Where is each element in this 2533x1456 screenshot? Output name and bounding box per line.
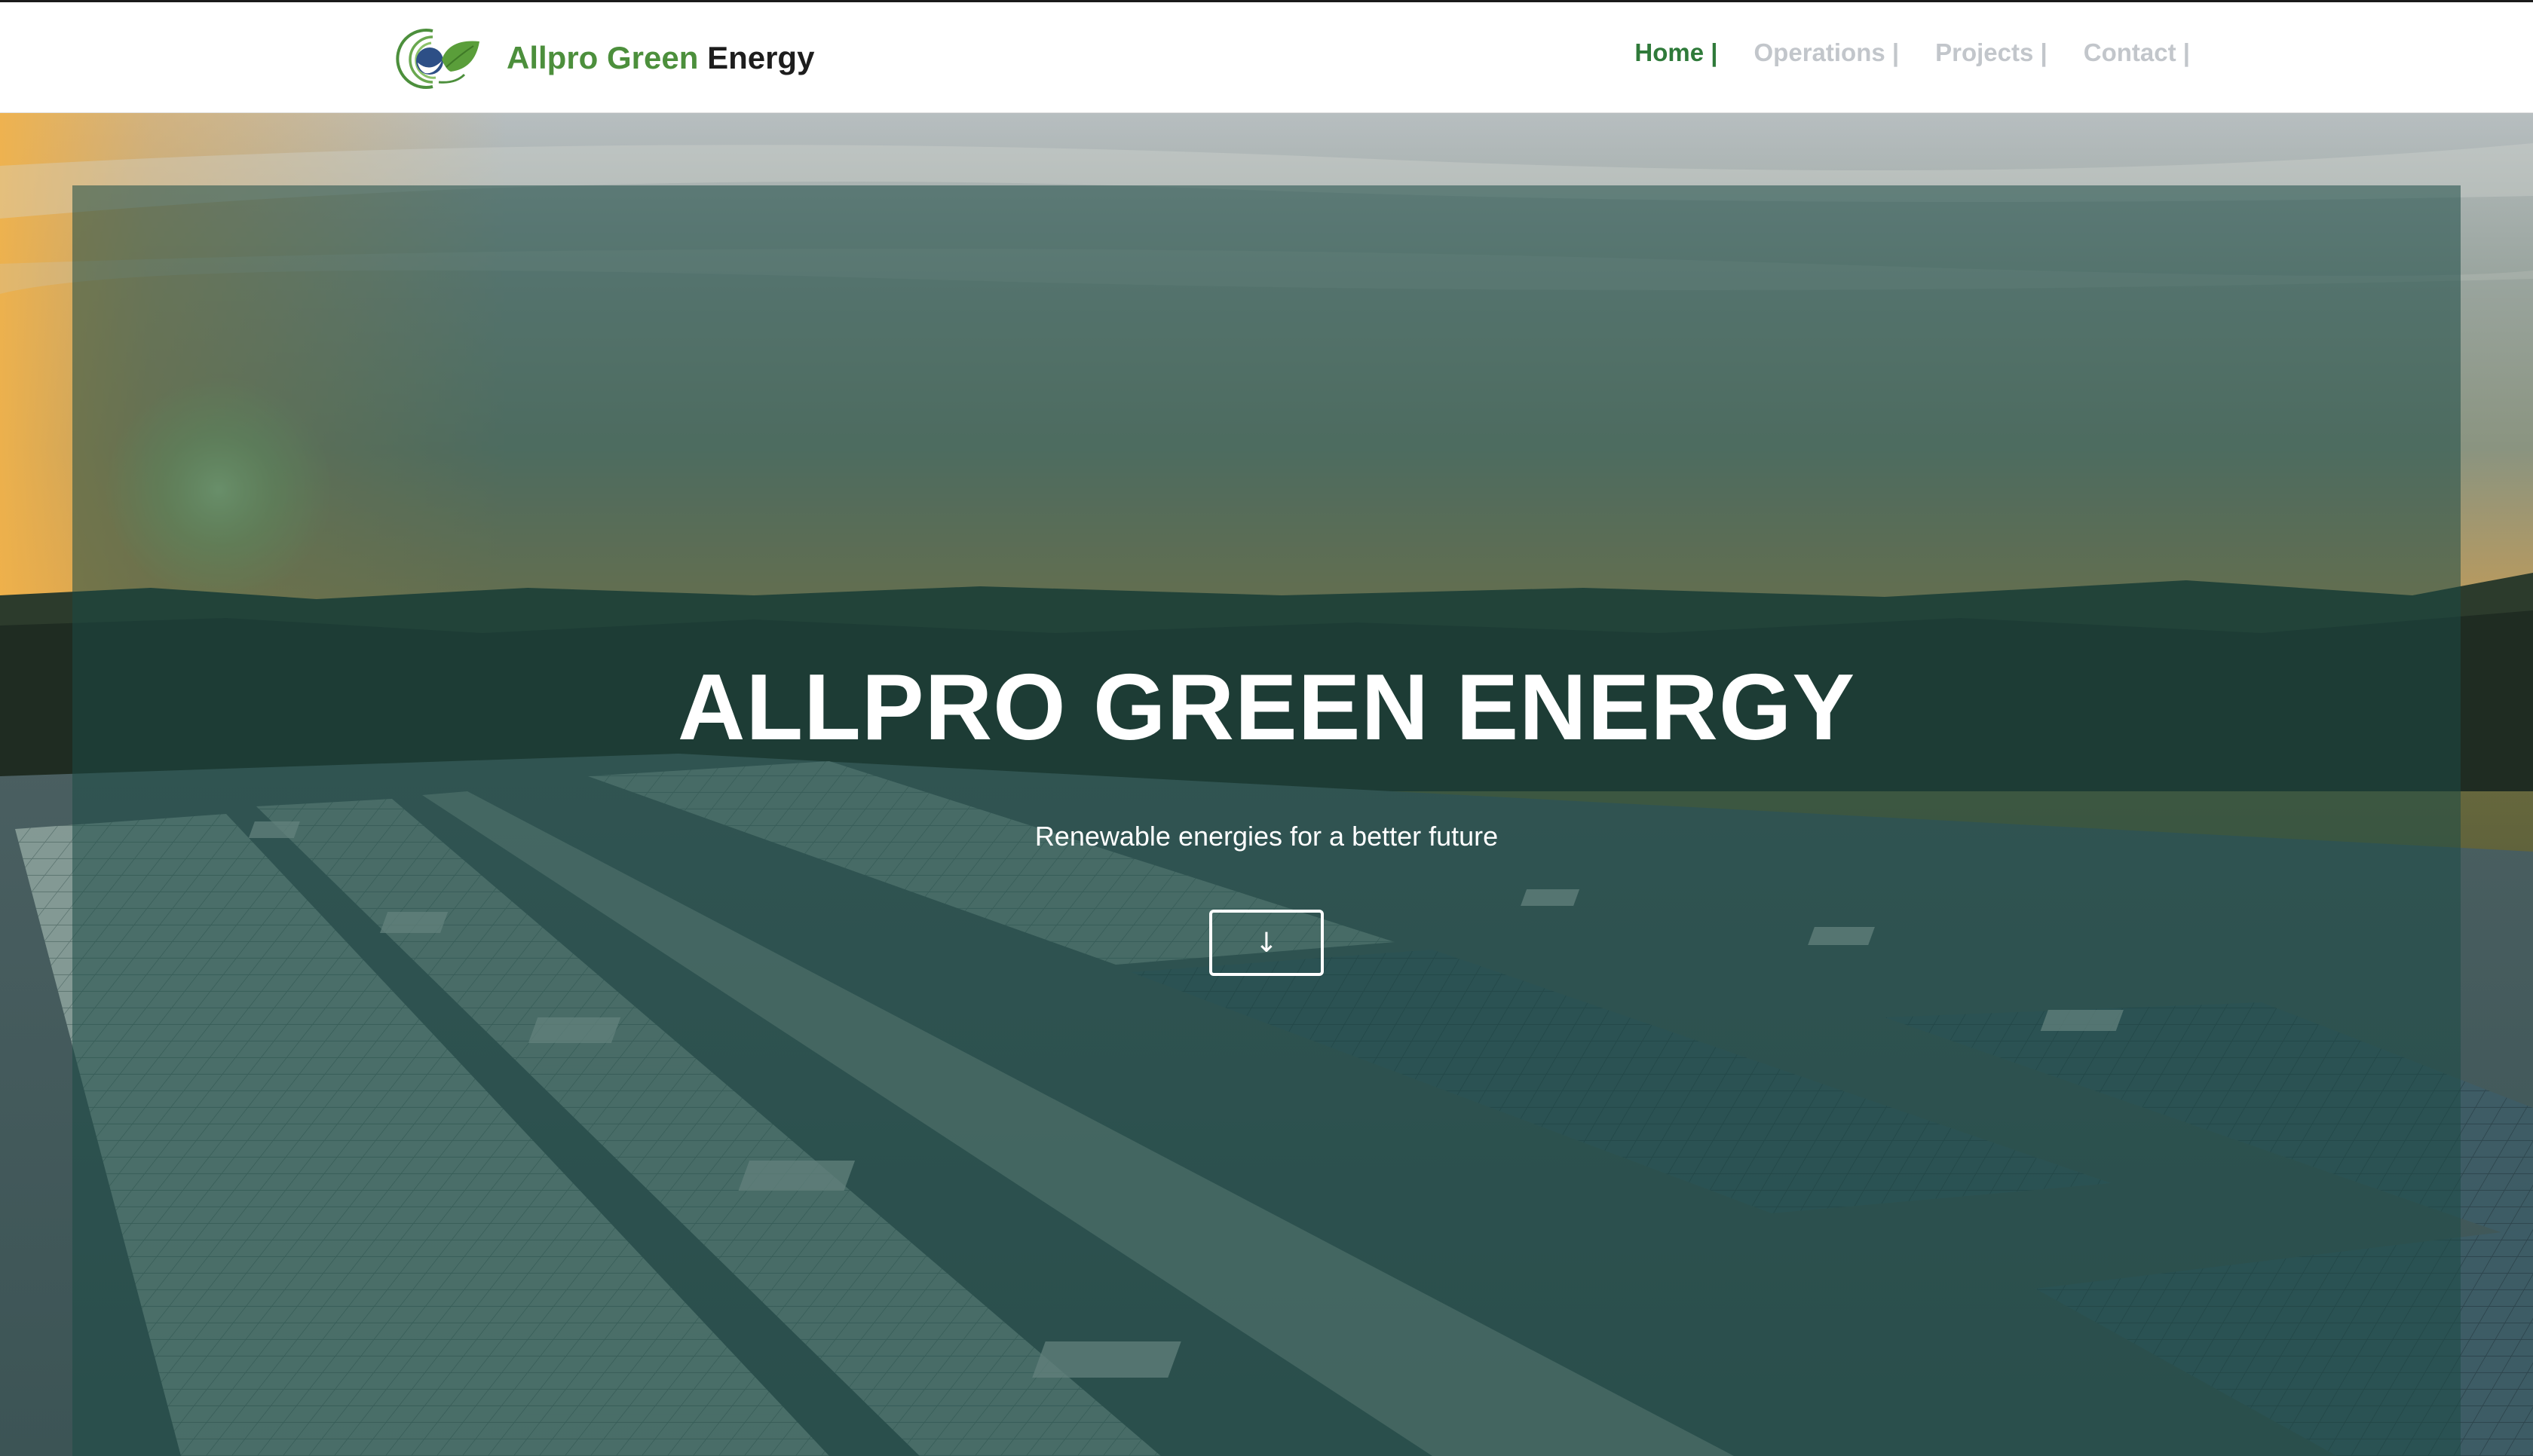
- nav-projects-link[interactable]: Projects |: [1935, 38, 2048, 67]
- page: Allpro Green Energy Home | Operations | …: [0, 0, 2533, 1456]
- hero-content: ALLPRO GREEN ENERGY Renewable energies f…: [72, 185, 2461, 977]
- hero-subtitle: Renewable energies for a better future: [1034, 821, 1499, 852]
- brand-home-link[interactable]: Allpro Green Energy: [386, 20, 814, 96]
- site-header: Allpro Green Energy Home | Operations | …: [0, 0, 2533, 113]
- main-nav: Home | Operations | Projects | Contact |: [1634, 38, 2190, 67]
- nav-contact-link[interactable]: Contact |: [2084, 38, 2190, 67]
- nav-operations-link[interactable]: Operations |: [1754, 38, 1900, 67]
- hero-title: ALLPRO GREEN ENERGY: [677, 656, 1856, 760]
- brand-name: Allpro Green Energy: [507, 40, 814, 76]
- allpro-logo-icon: [396, 29, 479, 89]
- nav-home-link[interactable]: Home |: [1634, 38, 1717, 67]
- arrow-down-icon: ↓: [1254, 927, 1279, 959]
- brand-name-dark: Energy: [707, 40, 815, 75]
- hero-section: ALLPRO GREEN ENERGY Renewable energies f…: [0, 113, 2533, 1456]
- scroll-down-button[interactable]: ↓: [1209, 910, 1324, 977]
- brand-name-green: Allpro Green: [507, 40, 699, 75]
